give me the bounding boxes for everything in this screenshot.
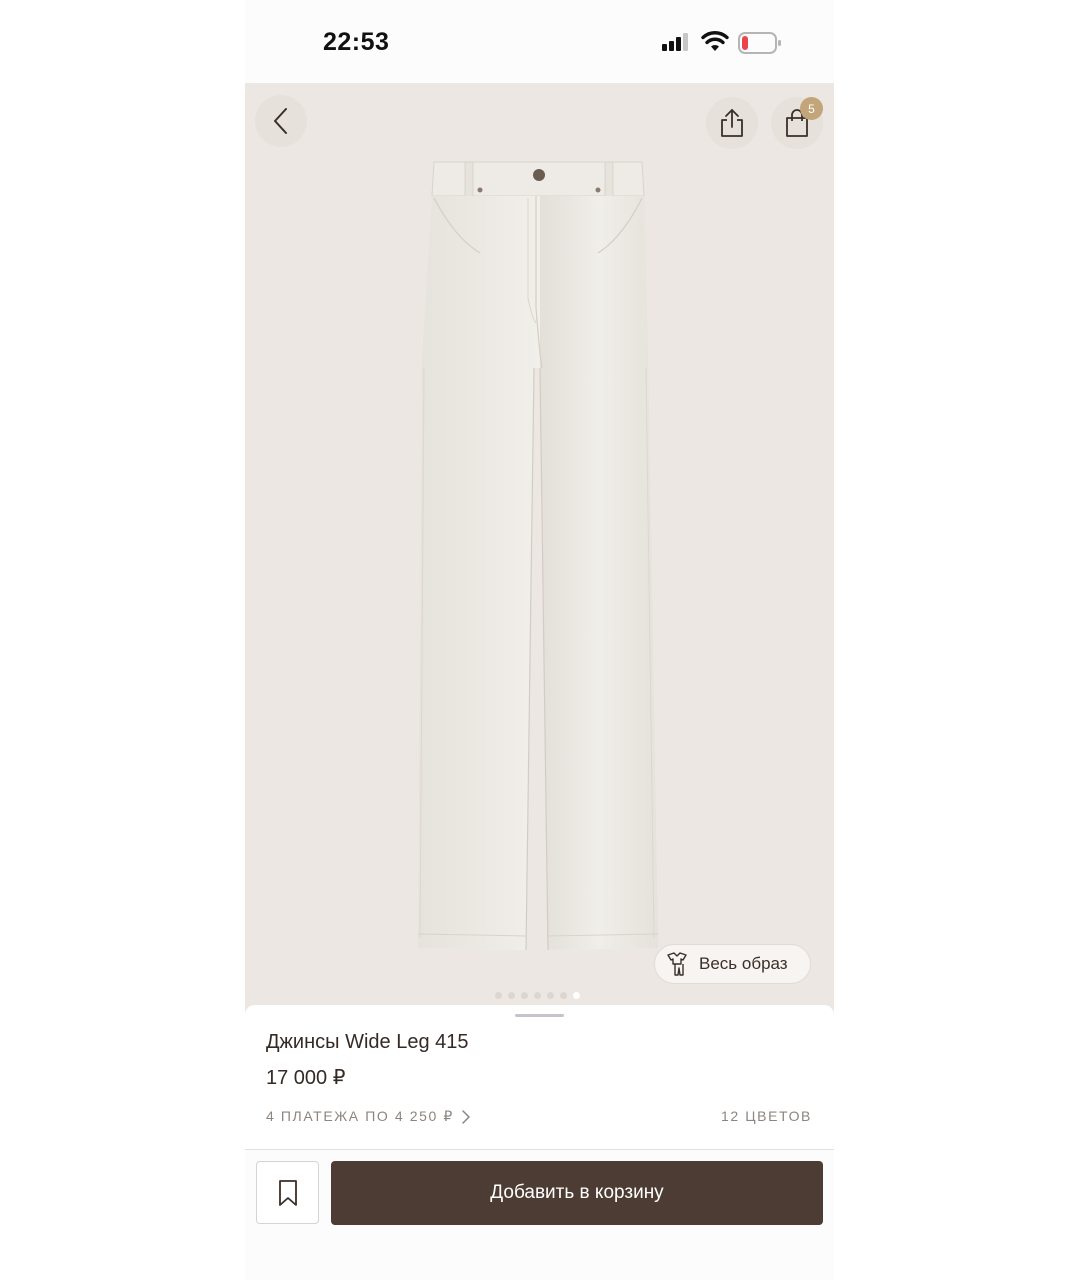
product-info-sheet: Джинсы Wide Leg 415 17 000 ₽ 4 ПЛАТЕЖА П… [245, 1005, 834, 1150]
product-image [417, 161, 659, 951]
full-look-label: Весь образ [699, 954, 788, 973]
signal-icon [662, 33, 688, 51]
phone-screen: 22:53 5 Весь образ Джинсы Wide Leg 415 1… [245, 0, 834, 1280]
full-look-button[interactable]: Весь образ [654, 944, 811, 984]
pagination-dot[interactable] [508, 992, 515, 999]
status-bar: 22:53 [245, 0, 834, 83]
battery-icon [738, 32, 781, 54]
pagination-dot[interactable] [547, 992, 554, 999]
bookmark-icon [278, 1179, 297, 1206]
pagination-dot[interactable] [521, 992, 528, 999]
pagination-dot[interactable] [534, 992, 541, 999]
add-to-cart-button[interactable]: Добавить в корзину [331, 1161, 823, 1225]
gallery-pagination [495, 992, 580, 999]
chevron-right-icon [462, 1109, 470, 1124]
share-button[interactable] [706, 97, 758, 149]
pagination-dot[interactable] [560, 992, 567, 999]
sheet-grabber[interactable] [515, 1014, 564, 1017]
outfit-icon [667, 952, 687, 976]
wifi-icon [701, 31, 729, 51]
pagination-dot-active[interactable] [573, 992, 580, 999]
product-price: 17 000 ₽ [266, 1067, 346, 1089]
pagination-dot[interactable] [495, 992, 502, 999]
share-icon [721, 109, 743, 137]
product-title: Джинсы Wide Leg 415 [266, 1031, 469, 1053]
status-time: 22:53 [323, 28, 390, 56]
bottom-action-bar: Добавить в корзину [245, 1150, 834, 1280]
product-gallery[interactable]: 5 Весь образ [245, 83, 834, 1013]
bookmark-button[interactable] [256, 1161, 319, 1224]
installments-label: 4 ПЛАТЕЖА ПО 4 250 ₽ [266, 1108, 454, 1124]
colors-link[interactable]: 12 ЦВЕТОВ [721, 1108, 812, 1124]
chevron-left-icon [274, 108, 287, 134]
back-button[interactable] [255, 95, 307, 147]
cart-count-badge: 5 [800, 97, 823, 120]
installments-link[interactable]: 4 ПЛАТЕЖА ПО 4 250 ₽ [266, 1108, 470, 1125]
